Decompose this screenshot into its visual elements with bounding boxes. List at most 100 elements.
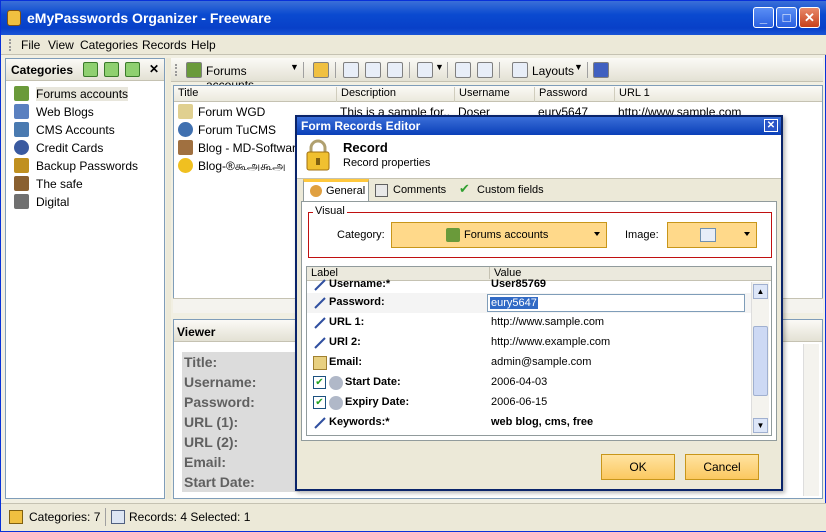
password-input[interactable]: eury5647 xyxy=(487,294,745,312)
chevron-down-icon[interactable]: ▼ xyxy=(435,62,444,72)
add-category-icon[interactable] xyxy=(83,62,98,77)
scroll-down-icon[interactable]: ▼ xyxy=(753,418,768,433)
col-password[interactable]: Password xyxy=(534,87,587,102)
general-icon xyxy=(310,185,322,197)
col-description[interactable]: Description xyxy=(336,87,396,102)
toolbar-separator xyxy=(335,62,336,78)
visual-group: Visual Category: Forums accounts Image: xyxy=(308,205,772,258)
padlock-icon xyxy=(14,158,29,173)
start-date-checkbox[interactable]: ✔ xyxy=(313,376,326,389)
padlock-icon[interactable] xyxy=(313,62,329,78)
property-row[interactable]: Keywords:* web blog, cms, free xyxy=(307,413,751,433)
move-category-icon[interactable] xyxy=(125,62,140,77)
dialog-title: Form Records Editor xyxy=(301,119,421,133)
scroll-up-icon[interactable]: ▲ xyxy=(753,284,768,299)
status-categories: Categories: 7 xyxy=(29,510,101,524)
person-icon xyxy=(14,176,29,191)
panel-splitter[interactable] xyxy=(166,58,171,499)
viewer-field-label: Username: xyxy=(182,372,300,392)
delete-record-icon[interactable] xyxy=(387,62,403,78)
category-select[interactable]: Forums accounts xyxy=(391,222,607,248)
copy-icon[interactable] xyxy=(417,62,433,78)
person-icon xyxy=(178,140,193,155)
close-categories-icon[interactable]: ✕ xyxy=(149,62,159,76)
close-button[interactable]: ✕ xyxy=(799,7,820,28)
property-row[interactable]: URL 1: http://www.sample.com xyxy=(307,313,751,333)
status-records: Records: 4 Selected: 1 xyxy=(129,510,251,524)
viewer-field-label: Title: xyxy=(182,352,300,372)
app-icon xyxy=(7,10,21,26)
tab-comments[interactable]: Comments xyxy=(373,181,451,201)
viewer-field-label: URL (1): xyxy=(182,412,300,432)
edit-record-icon[interactable] xyxy=(365,62,381,78)
menu-categories[interactable]: Categories xyxy=(80,38,138,52)
chevron-down-icon: ▼ xyxy=(290,62,299,72)
calendar-icon xyxy=(329,376,343,390)
property-row[interactable]: URl 2: http://www.example.com xyxy=(307,333,751,353)
chevron-down-icon xyxy=(744,232,750,236)
toolbar-separator xyxy=(587,62,588,78)
save-icon[interactable] xyxy=(593,62,609,78)
menu-records[interactable]: Records xyxy=(142,38,187,52)
property-row[interactable]: ✔ Start Date: 2006-04-03 xyxy=(307,373,751,393)
edit-category-icon[interactable] xyxy=(104,62,119,77)
new-record-icon[interactable] xyxy=(343,62,359,78)
menu-file[interactable]: File xyxy=(21,38,40,52)
property-row[interactable]: Email: admin@sample.com xyxy=(307,353,751,373)
forums-dropdown[interactable]: Forums accounts ▼ xyxy=(183,61,299,92)
layouts-dropdown[interactable]: Layouts ▼ xyxy=(509,61,583,79)
document-icon xyxy=(178,104,193,119)
viewer-field-label: URL (2): xyxy=(182,432,300,452)
globe-icon xyxy=(14,140,29,155)
calendar-icon xyxy=(329,396,343,410)
image-select[interactable] xyxy=(667,222,757,248)
pen-icon xyxy=(314,279,326,291)
dialog-subheading: Record properties xyxy=(343,157,431,169)
chevron-down-icon: ▼ xyxy=(574,62,583,72)
col-title[interactable]: Title xyxy=(174,87,198,102)
property-row[interactable]: Password: eury5647 xyxy=(307,293,751,313)
general-tab-content: Visual Category: Forums accounts Image: … xyxy=(301,201,777,441)
scroll-thumb[interactable] xyxy=(753,326,768,396)
expiry-date-checkbox[interactable]: ✔ xyxy=(313,396,326,409)
users-icon xyxy=(14,86,29,101)
dialog-tabs: General Comments ✔ Custom fields xyxy=(301,179,779,201)
viewer-field-label: Start Date: xyxy=(182,472,300,492)
menu-help[interactable]: Help xyxy=(191,38,216,52)
comments-icon xyxy=(375,184,388,197)
move-next-icon[interactable] xyxy=(455,62,471,78)
toolbar-separator xyxy=(303,62,304,78)
monitor-icon xyxy=(14,122,29,137)
viewer-scrollbar[interactable] xyxy=(803,344,819,496)
pen-icon xyxy=(314,297,326,309)
col-url1[interactable]: URL 1 xyxy=(614,87,650,102)
ok-button[interactable]: OK xyxy=(601,454,675,480)
property-row[interactable]: Username:* User85769 xyxy=(307,275,751,295)
toolbar-grip xyxy=(175,64,178,76)
records-icon xyxy=(111,510,125,524)
pen-icon xyxy=(314,317,326,329)
image-preview-icon xyxy=(700,228,716,242)
tab-custom-fields[interactable]: ✔ Custom fields xyxy=(457,181,547,201)
cancel-button[interactable]: Cancel xyxy=(685,454,759,480)
properties-scrollbar[interactable]: ▲ ▼ xyxy=(751,282,769,435)
pen-icon xyxy=(314,337,326,349)
status-divider xyxy=(105,508,106,526)
property-row[interactable]: ✔ Expiry Date: 2006-06-15 xyxy=(307,393,751,413)
title-bar[interactable]: eMyPasswords Organizer - Freeware _ □ ✕ xyxy=(1,1,826,35)
document-icon xyxy=(14,104,29,119)
dialog-close-button[interactable]: ✕ xyxy=(764,119,778,132)
camera-icon xyxy=(14,194,29,209)
dialog-title-bar[interactable]: Form Records Editor ✕ xyxy=(297,117,781,135)
col-username[interactable]: Username xyxy=(454,87,510,102)
minimize-button[interactable]: _ xyxy=(753,7,774,28)
tab-general[interactable]: General xyxy=(303,179,369,201)
maximize-button[interactable]: □ xyxy=(776,7,797,28)
menu-view[interactable]: View xyxy=(48,38,74,52)
viewer-title: Viewer xyxy=(177,325,216,339)
dialog-heading: Record xyxy=(343,140,388,155)
move-prev-icon[interactable] xyxy=(477,62,493,78)
categories-panel: Categories ✕ Forums accounts Web Blogs C… xyxy=(5,58,165,499)
chevron-down-icon xyxy=(594,232,600,236)
status-bar: Categories: 7 Records: 4 Selected: 1 xyxy=(1,503,826,531)
